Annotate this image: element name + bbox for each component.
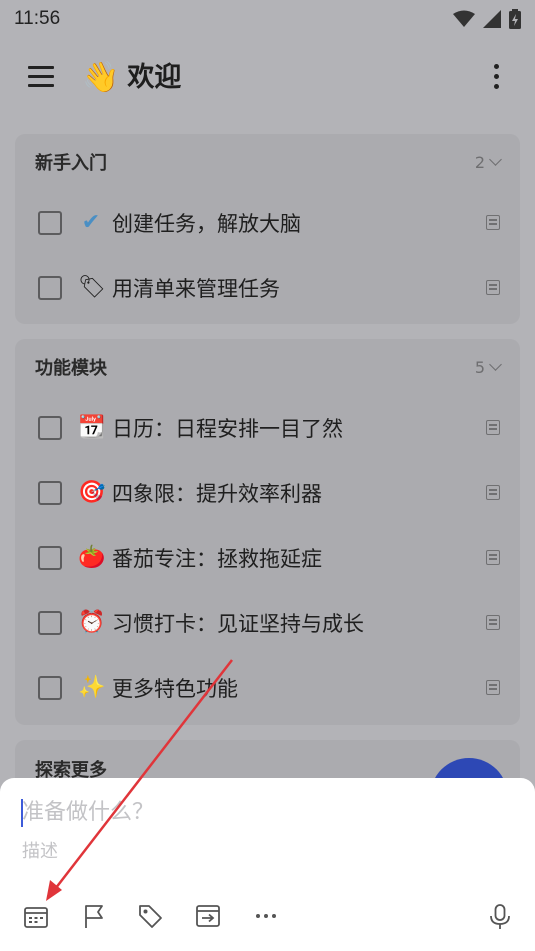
section-features: 功能模块 5 📆 日历：日程安排一目了然 🎯 四象限：提升效率利器 🍅 番茄专注… xyxy=(15,339,520,725)
flag-icon[interactable] xyxy=(80,902,108,930)
calendar-emoji-icon: 📆 xyxy=(78,415,106,440)
task-checkbox[interactable] xyxy=(38,210,62,235)
task-row[interactable]: 🏷 用清单来管理任务 xyxy=(15,255,520,320)
tomato-icon: 🍅 xyxy=(78,545,106,570)
task-checkbox[interactable] xyxy=(38,480,62,505)
note-icon xyxy=(486,550,500,565)
section-header[interactable]: 功能模块 5 xyxy=(15,339,520,395)
menu-icon[interactable] xyxy=(28,66,56,90)
app-header: 👋 欢迎 xyxy=(0,50,535,106)
section-collapse-toggle[interactable]: 5 xyxy=(474,357,502,377)
section-count: 2 xyxy=(474,152,485,172)
section-collapse-toggle[interactable]: 2 xyxy=(474,152,502,172)
section-header[interactable]: 新手入门 2 xyxy=(15,134,520,190)
task-title: 四象限：提升效率利器 xyxy=(112,481,322,506)
wifi-icon xyxy=(453,10,475,27)
task-title: 创建任务，解放大脑 xyxy=(112,211,301,236)
calendar-icon[interactable] xyxy=(22,902,50,930)
task-row[interactable]: ✨ 更多特色功能 xyxy=(15,655,520,720)
alarm-clock-icon: ⏰ xyxy=(78,610,106,635)
task-title: 番茄专注：拯救拖延症 xyxy=(112,546,322,571)
task-title: 用清单来管理任务 xyxy=(112,276,280,301)
status-icons xyxy=(453,9,521,29)
task-row[interactable]: ⏰ 习惯打卡：见证坚持与成长 xyxy=(15,590,520,655)
checkmark-icon: ✔ xyxy=(81,210,101,235)
signal-icon xyxy=(483,10,501,28)
task-checkbox[interactable] xyxy=(38,275,62,300)
task-title-input[interactable] xyxy=(22,796,482,828)
task-checkbox[interactable] xyxy=(38,545,62,570)
task-title: 更多特色功能 xyxy=(112,676,238,701)
section-getting-started: 新手入门 2 ✔ 创建任务，解放大脑 🏷 用清单来管理任务 xyxy=(15,134,520,324)
note-icon xyxy=(486,280,500,295)
section-title: 功能模块 xyxy=(35,358,107,379)
task-checkbox[interactable] xyxy=(38,610,62,635)
sparkles-icon: ✨ xyxy=(78,675,106,700)
more-icon[interactable] xyxy=(252,902,280,930)
task-title: 习惯打卡：见证坚持与成长 xyxy=(112,611,364,636)
target-icon: 🎯 xyxy=(78,480,106,505)
title-wrap: 👋 欢迎 xyxy=(82,58,181,98)
status-bar: 11:56 xyxy=(0,0,535,38)
note-icon xyxy=(486,680,500,695)
note-icon xyxy=(486,485,500,500)
task-checkbox[interactable] xyxy=(38,675,62,700)
task-checkbox[interactable] xyxy=(38,415,62,440)
battery-icon xyxy=(509,9,521,29)
section-title: 新手入门 xyxy=(35,153,107,174)
label-tag-icon: 🏷 xyxy=(78,275,106,300)
more-options-icon[interactable] xyxy=(488,64,504,94)
task-row[interactable]: 📆 日历：日程安排一目了然 xyxy=(15,395,520,460)
note-icon xyxy=(486,615,500,630)
add-task-sheet xyxy=(0,778,535,951)
note-icon xyxy=(486,420,500,435)
waving-hand-icon: 👋 xyxy=(82,60,120,95)
task-description-input[interactable] xyxy=(22,838,482,864)
tag-icon[interactable] xyxy=(136,902,164,930)
task-row[interactable]: 🍅 番茄专注：拯救拖延症 xyxy=(15,525,520,590)
page-title: 欢迎 xyxy=(127,62,182,93)
task-title: 日历：日程安排一目了然 xyxy=(112,416,343,441)
task-row[interactable]: 🎯 四象限：提升效率利器 xyxy=(15,460,520,525)
note-icon xyxy=(486,215,500,230)
section-count: 5 xyxy=(474,357,485,377)
move-to-list-icon[interactable] xyxy=(194,902,222,930)
chevron-down-icon xyxy=(489,153,502,166)
task-row[interactable]: ✔ 创建任务，解放大脑 xyxy=(15,190,520,255)
microphone-icon[interactable] xyxy=(486,902,514,930)
status-time: 11:56 xyxy=(14,8,61,29)
chevron-down-icon xyxy=(489,358,502,371)
